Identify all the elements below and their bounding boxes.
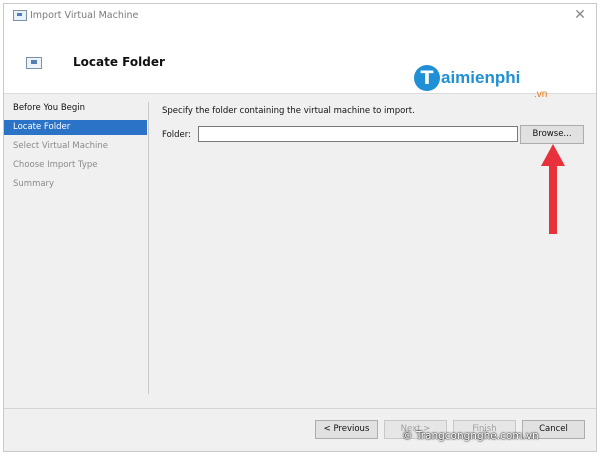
title-bar: Import Virtual Machine ✕ [4, 4, 596, 28]
close-icon[interactable]: ✕ [572, 7, 588, 23]
folder-input[interactable] [198, 126, 518, 142]
sidebar-item-locate-folder[interactable]: Locate Folder [4, 120, 147, 135]
page-title: Locate Folder [73, 55, 165, 69]
sidebar-item-choose-import-type: Choose Import Type [13, 160, 98, 170]
app-icon [13, 10, 27, 21]
sidebar-divider [148, 102, 149, 394]
window-title: Import Virtual Machine [30, 10, 139, 21]
sidebar-item-before-you-begin[interactable]: Before You Begin [4, 101, 147, 116]
logo-initial: T [414, 65, 440, 91]
wizard-header: Locate Folder T aimienphi .vn [4, 28, 596, 100]
arrow-shape [541, 144, 565, 234]
import-vm-window: Import Virtual Machine ✕ Locate Folder T… [3, 3, 597, 452]
credit-watermark: © Trangcongnghe.com.vn [402, 430, 539, 442]
step-icon [26, 57, 42, 69]
previous-button[interactable]: < Previous [315, 420, 378, 439]
arrow-annotation [541, 144, 565, 234]
browse-button[interactable]: Browse... [520, 125, 584, 144]
wizard-steps-sidebar: Before You Begin Locate Folder Select Vi… [4, 94, 148, 394]
taimienphi-logo: T aimienphi .vn [414, 65, 564, 105]
instruction-text: Specify the folder containing the virtua… [162, 106, 415, 116]
folder-label: Folder: [162, 130, 191, 140]
logo-name: aimienphi [441, 68, 521, 87]
footer-separator [4, 408, 596, 409]
logo-suffix: .vn [534, 89, 548, 100]
sidebar-item-select-virtual-machine: Select Virtual Machine [13, 141, 108, 151]
sidebar-item-summary: Summary [13, 179, 55, 189]
